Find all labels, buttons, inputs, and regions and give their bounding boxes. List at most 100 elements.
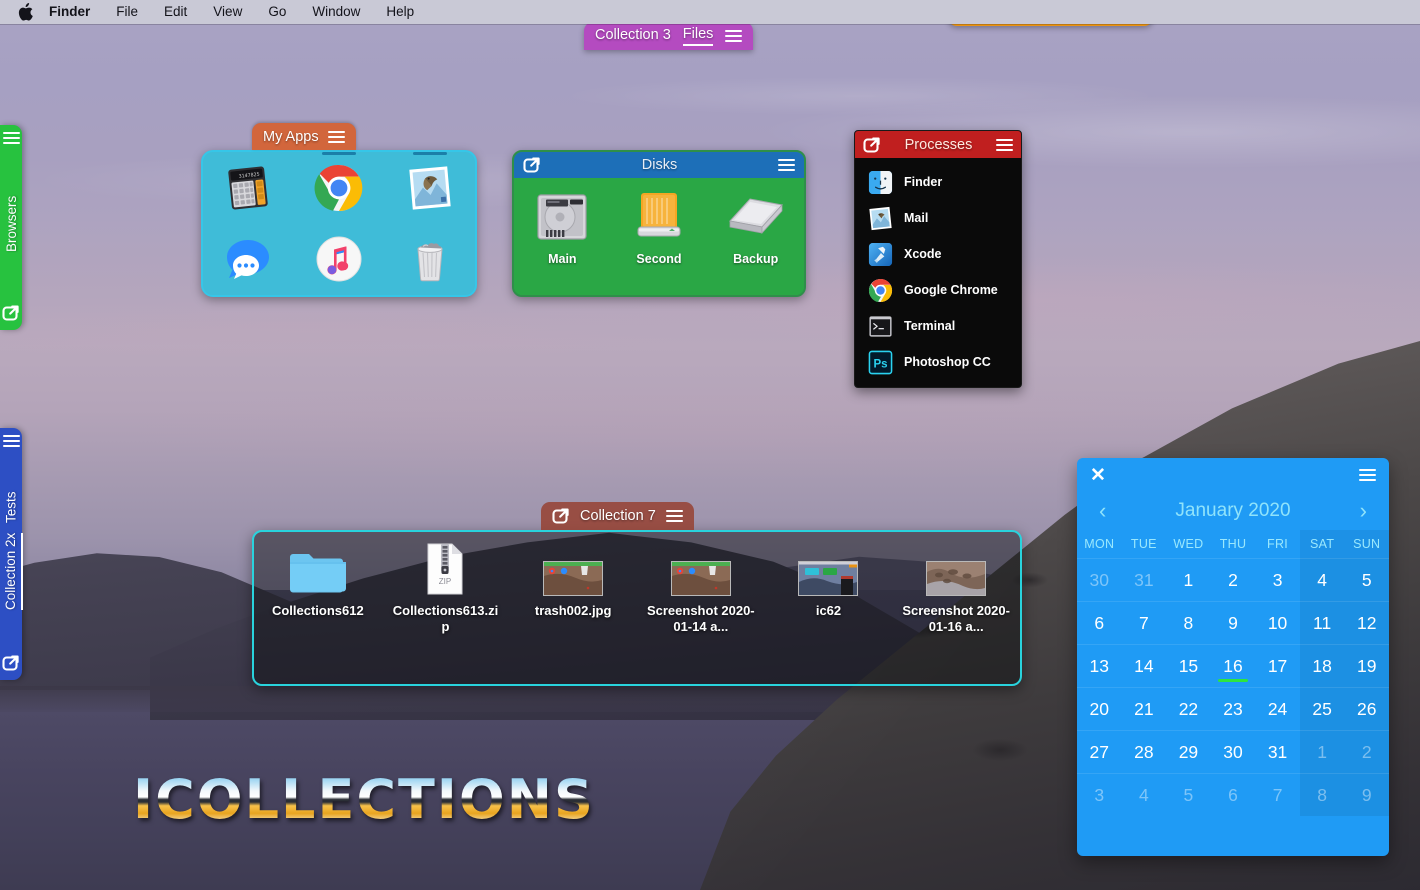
processes-header[interactable]: Processes	[855, 131, 1021, 158]
sidebar-tab-browsers[interactable]: Browsers	[0, 125, 22, 330]
hamburger-menu-icon[interactable]	[778, 159, 795, 171]
calendar-day[interactable]: 18	[1299, 644, 1345, 687]
app-item-google-chrome[interactable]	[306, 151, 372, 220]
external-link-icon[interactable]	[2, 304, 20, 322]
external-link-icon[interactable]	[863, 136, 881, 154]
calendar-day[interactable]: 2	[1344, 730, 1389, 773]
calendar-day[interactable]: 15	[1166, 644, 1211, 687]
sidebar-tab-label-collection2x[interactable]: Collection 2x	[1, 532, 23, 610]
calendar-day[interactable]: 17	[1255, 644, 1300, 687]
calendar-day[interactable]: 12	[1344, 601, 1389, 644]
calendar-day[interactable]: 5	[1166, 773, 1211, 816]
file-item-collections613-zip[interactable]: ZIP Collections613.zip	[382, 543, 510, 635]
calendar-day[interactable]: 30	[1077, 558, 1122, 601]
calendar-day[interactable]: 20	[1077, 687, 1122, 730]
menu-item-help[interactable]: Help	[373, 0, 427, 24]
calendar-day[interactable]: 9	[1344, 773, 1389, 816]
sidebar-tab-label-tests[interactable]: Tests	[2, 491, 21, 523]
calendar-day[interactable]: 9	[1210, 601, 1256, 644]
calendar-day[interactable]: 5	[1344, 558, 1389, 601]
calendar-day[interactable]: 11	[1299, 601, 1345, 644]
menu-item-file[interactable]: File	[103, 0, 151, 24]
app-item-calculator[interactable]: 3147825	[215, 156, 281, 220]
menu-item-window[interactable]: Window	[299, 0, 373, 24]
disk-item-main[interactable]: Main	[514, 187, 611, 266]
disk-item-backup[interactable]: Backup	[707, 187, 804, 266]
process-item-photoshop[interactable]: Ps Photoshop CC	[855, 344, 1021, 380]
collection3-tab-label[interactable]: Collection 3	[595, 27, 671, 45]
sidebar-tab-label-browsers[interactable]: Browsers	[2, 196, 21, 252]
menu-item-finder[interactable]: Finder	[49, 0, 103, 24]
calendar-day[interactable]: 3	[1255, 558, 1300, 601]
calendar-day[interactable]: 30	[1210, 730, 1256, 773]
calendar-day[interactable]: 26	[1344, 687, 1389, 730]
calendar-day[interactable]: 10	[1255, 601, 1300, 644]
calendar-day[interactable]: 8	[1299, 773, 1345, 816]
process-item-xcode[interactable]: Xcode	[855, 236, 1021, 272]
apple-logo-icon[interactable]	[18, 3, 33, 21]
app-item-mail[interactable]	[397, 151, 463, 220]
calendar-day[interactable]: 14	[1121, 644, 1167, 687]
file-item-screenshot-2020-01-16[interactable]: Screenshot 2020-01-16 a...	[892, 544, 1020, 635]
calendar-day[interactable]: 6	[1210, 773, 1256, 816]
hamburger-menu-icon[interactable]	[327, 130, 345, 143]
collection7-header[interactable]: Collection 7	[541, 502, 694, 530]
app-item-music[interactable]	[306, 227, 372, 291]
external-link-icon[interactable]	[552, 507, 570, 525]
file-item-trash002[interactable]: trash002.jpg	[509, 544, 637, 635]
calendar-day[interactable]: 23	[1210, 687, 1256, 730]
calendar-day[interactable]: 21	[1121, 687, 1167, 730]
hamburger-menu-icon[interactable]	[2, 435, 20, 447]
process-item-google-chrome[interactable]: Google Chrome	[855, 272, 1021, 308]
photoshop-ps-icon: Ps	[868, 350, 893, 374]
hamburger-menu-icon[interactable]	[1359, 469, 1376, 481]
sidebar-tab-tests[interactable]: Collection 2x Tests	[0, 428, 23, 680]
calendar-day[interactable]: 31	[1255, 730, 1300, 773]
calendar-day[interactable]: 31	[1121, 558, 1167, 601]
app-item-messages[interactable]	[215, 227, 281, 291]
menu-item-view[interactable]: View	[200, 0, 255, 24]
myapps-header[interactable]: My Apps	[252, 123, 356, 150]
external-link-icon[interactable]	[2, 654, 20, 672]
hamburger-menu-icon[interactable]	[725, 30, 743, 42]
collection3-tab-header[interactable]: Collection 3 Files	[584, 22, 754, 50]
calendar-day[interactable]: 7	[1255, 773, 1300, 816]
hamburger-menu-icon[interactable]	[665, 510, 683, 522]
calendar-day[interactable]: 25	[1299, 687, 1345, 730]
files-tab-label[interactable]: Files	[682, 26, 714, 46]
calendar-day[interactable]: 6	[1077, 601, 1122, 644]
disks-header[interactable]: Disks	[514, 152, 804, 178]
calendar-day[interactable]: 7	[1121, 601, 1167, 644]
process-item-finder[interactable]: Finder	[855, 164, 1021, 200]
process-item-mail[interactable]: Mail	[855, 200, 1021, 236]
calendar-day[interactable]: 8	[1166, 601, 1211, 644]
calendar-day[interactable]: 4	[1299, 558, 1345, 601]
calendar-day[interactable]: 24	[1255, 687, 1300, 730]
calendar-day[interactable]: 19	[1344, 644, 1389, 687]
file-item-collections612[interactable]: Collections612	[254, 544, 382, 635]
process-item-terminal[interactable]: Terminal	[855, 308, 1021, 344]
calendar-day[interactable]: 27	[1077, 730, 1122, 773]
chevron-right-icon[interactable]: ›	[1360, 500, 1367, 522]
calendar-day[interactable]: 1	[1299, 730, 1345, 773]
close-x-icon[interactable]: ✕	[1090, 466, 1106, 485]
external-link-icon[interactable]	[523, 156, 541, 174]
app-item-trash[interactable]	[397, 227, 463, 291]
calendar-day[interactable]: 3	[1077, 773, 1122, 816]
hamburger-menu-icon[interactable]	[2, 132, 20, 144]
calendar-day[interactable]: 13	[1077, 644, 1122, 687]
calendar-day[interactable]: 29	[1166, 730, 1211, 773]
file-item-screenshot-2020-01-14[interactable]: Screenshot 2020-01-14 a...	[637, 544, 765, 635]
calendar-day[interactable]: 2	[1210, 558, 1256, 601]
calendar-day[interactable]: 22	[1166, 687, 1211, 730]
calendar-day[interactable]: 28	[1121, 730, 1167, 773]
file-item-ic62[interactable]: ic62	[765, 544, 893, 635]
menu-item-edit[interactable]: Edit	[151, 0, 200, 24]
menu-item-go[interactable]: Go	[255, 0, 299, 24]
calendar-day-today[interactable]: 16	[1210, 644, 1256, 687]
hamburger-menu-icon[interactable]	[996, 138, 1013, 151]
calendar-day[interactable]: 4	[1121, 773, 1167, 816]
disk-item-second[interactable]: Second	[611, 187, 708, 266]
chevron-left-icon[interactable]: ‹	[1099, 500, 1106, 522]
calendar-day[interactable]: 1	[1166, 558, 1211, 601]
